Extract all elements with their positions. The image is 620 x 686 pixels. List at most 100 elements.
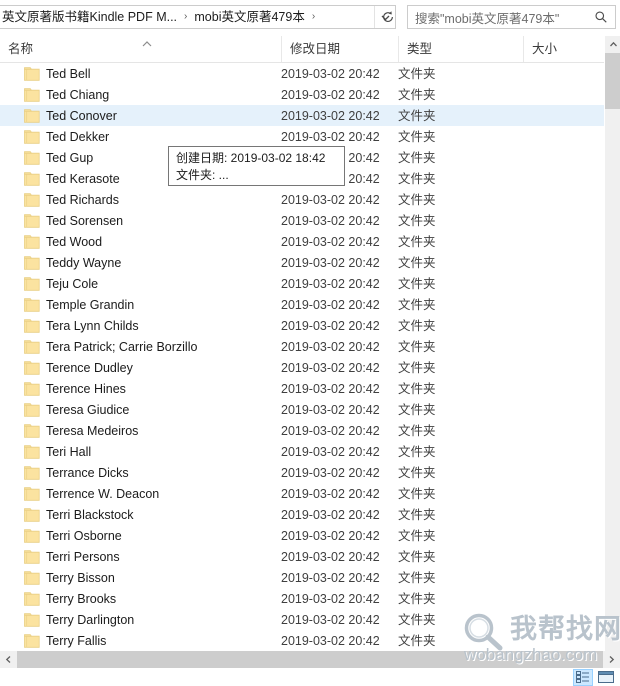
file-row-name-cell[interactable]: Ted Richards [24,189,274,210]
file-type: 文件夹 [398,591,436,606]
horizontal-scrollbar[interactable] [0,651,620,668]
navigation-bar: 英文原著版书籍Kindle PDF M... › mobi英文原著479本 › … [0,0,620,36]
table-row[interactable]: Teresa Giudice 2019-03-02 20:42 文件夹 [0,399,604,420]
table-row[interactable]: Teri Hall 2019-03-02 20:42 文件夹 [0,441,604,462]
folder-icon [24,507,40,522]
large-icons-view-icon[interactable] [596,669,616,686]
table-row[interactable]: Terry Brooks 2019-03-02 20:42 文件夹 [0,588,604,609]
table-row[interactable]: Terri Osborne 2019-03-02 20:42 文件夹 [0,525,604,546]
vertical-scrollbar-track[interactable] [605,109,620,651]
file-row-name-cell[interactable]: Terry Darlington [24,609,274,630]
file-row-name-cell[interactable]: Ted Wood [24,231,274,252]
folder-icon [24,150,40,165]
tooltip-created-date: 创建日期: 2019-03-02 18:42 [176,151,326,165]
file-row-name-cell[interactable]: Ted Dekker [24,126,274,147]
table-row[interactable]: Terry Bisson 2019-03-02 20:42 文件夹 [0,567,604,588]
folder-icon [24,276,40,291]
file-row-name-cell[interactable]: Terrance Dicks [24,462,274,483]
breadcrumb-separator-1[interactable]: › [308,6,319,28]
table-row[interactable]: Terri Persons 2019-03-02 20:42 文件夹 [0,546,604,567]
file-row-name-cell[interactable]: Teddy Wayne [24,252,274,273]
table-row[interactable]: Ted Chiang 2019-03-02 20:42 文件夹 [0,84,604,105]
file-name-label: Temple Grandin [46,297,135,312]
details-view-icon[interactable] [573,668,593,686]
file-row-name-cell[interactable]: Teresa Giudice [24,399,274,420]
file-type: 文件夹 [398,129,436,144]
file-name-label: Terry Brooks [46,591,117,606]
folder-icon [24,318,40,333]
table-row[interactable]: Terrance Dicks 2019-03-02 20:42 文件夹 [0,462,604,483]
file-type: 文件夹 [398,171,436,186]
file-row-name-cell[interactable]: Terri Blackstock [24,504,274,525]
file-row-name-cell[interactable]: Teju Cole [24,273,274,294]
search-icon[interactable] [591,7,611,27]
file-row-name-cell[interactable]: Ted Chiang [24,84,274,105]
breadcrumb-separator-0[interactable]: › [180,6,191,28]
file-row-name-cell[interactable]: Temple Grandin [24,294,274,315]
table-row[interactable]: Ted Richards 2019-03-02 20:42 文件夹 [0,189,604,210]
table-row[interactable]: Teju Cole 2019-03-02 20:42 文件夹 [0,273,604,294]
file-name-label: Ted Kerasote [46,171,120,186]
table-row[interactable]: Terry Fallis 2019-03-02 20:42 文件夹 [0,630,604,651]
table-row[interactable]: Terence Hines 2019-03-02 20:42 文件夹 [0,378,604,399]
file-row-name-cell[interactable]: Ted Sorensen [24,210,274,231]
table-row[interactable]: Teddy Wayne 2019-03-02 20:42 文件夹 [0,252,604,273]
view-mode-buttons [573,668,616,686]
file-row-name-cell[interactable]: Terence Hines [24,378,274,399]
table-row[interactable]: Ted Conover 2019-03-02 20:42 文件夹 [0,105,604,126]
file-row-name-cell[interactable]: Terry Bisson [24,567,274,588]
table-row[interactable]: Ted Dekker 2019-03-02 20:42 文件夹 [0,126,604,147]
column-header-date[interactable]: 修改日期 [281,36,398,62]
column-header-type[interactable]: 类型 [398,36,523,62]
address-bar[interactable]: 英文原著版书籍Kindle PDF M... › mobi英文原著479本 › [0,5,396,29]
file-row-name-cell[interactable]: Terri Persons [24,546,274,567]
status-bar [0,668,620,686]
folder-icon [24,192,40,207]
file-row-name-cell[interactable]: Terry Fallis [24,630,274,651]
file-date-modified: 2019-03-02 20:42 [281,423,380,438]
file-row-name-cell[interactable]: Teri Hall [24,441,274,462]
folder-icon [24,66,40,81]
file-row-name-cell[interactable]: Terry Brooks [24,588,274,609]
column-header-size[interactable]: 大小 [523,36,604,62]
table-row[interactable]: Terry Darlington 2019-03-02 20:42 文件夹 [0,609,604,630]
sort-ascending-icon [141,37,153,47]
file-row-name-cell[interactable]: Teresa Medeiros [24,420,274,441]
file-row-name-cell[interactable]: Terence Dudley [24,357,274,378]
scroll-left-icon[interactable] [0,651,17,668]
table-row[interactable]: Ted Sorensen 2019-03-02 20:42 文件夹 [0,210,604,231]
vertical-scrollbar[interactable] [604,36,620,651]
scroll-up-icon[interactable] [605,36,620,53]
file-date-modified: 2019-03-02 20:42 [281,402,380,417]
file-date-modified: 2019-03-02 20:42 [281,360,380,375]
file-name-label: Teju Cole [46,276,99,291]
file-row-name-cell[interactable]: Tera Patrick; Carrie Borzillo [24,336,274,357]
table-row[interactable]: Ted Bell 2019-03-02 20:42 文件夹 [0,63,604,84]
table-row[interactable]: Tera Lynn Childs 2019-03-02 20:42 文件夹 [0,315,604,336]
table-row[interactable]: Terence Dudley 2019-03-02 20:42 文件夹 [0,357,604,378]
table-row[interactable]: Tera Patrick; Carrie Borzillo 2019-03-02 … [0,336,604,357]
file-date-modified: 2019-03-02 20:42 [281,318,380,333]
vertical-scrollbar-thumb[interactable] [605,53,620,109]
file-name-label: Terri Osborne [46,528,122,543]
file-row-name-cell[interactable]: Terrence W. Deacon [24,483,274,504]
scroll-right-icon[interactable] [603,651,620,668]
file-row-name-cell[interactable]: Ted Conover [24,105,274,126]
table-row[interactable]: Terrence W. Deacon 2019-03-02 20:42 文件夹 [0,483,604,504]
table-row[interactable]: Temple Grandin 2019-03-02 20:42 文件夹 [0,294,604,315]
refresh-icon[interactable] [377,6,399,28]
file-row-name-cell[interactable]: Terri Osborne [24,525,274,546]
table-row[interactable]: Teresa Medeiros 2019-03-02 20:42 文件夹 [0,420,604,441]
file-date-modified: 2019-03-02 20:42 [281,234,380,249]
breadcrumb-item-1[interactable]: mobi英文原著479本 [191,6,307,28]
file-row-name-cell[interactable]: Tera Lynn Childs [24,315,274,336]
search-input[interactable]: 搜索"mobi英文原著479本" [415,8,591,27]
table-row[interactable]: Terri Blackstock 2019-03-02 20:42 文件夹 [0,504,604,525]
table-row[interactable]: Ted Wood 2019-03-02 20:42 文件夹 [0,231,604,252]
search-box[interactable]: 搜索"mobi英文原著479本" [407,5,616,29]
file-type: 文件夹 [398,402,436,417]
breadcrumb-item-0[interactable]: 英文原著版书籍Kindle PDF M... [0,6,180,28]
file-name-label: Terri Blackstock [46,507,134,522]
horizontal-scrollbar-thumb[interactable] [17,651,603,668]
file-row-name-cell[interactable]: Ted Bell [24,63,274,84]
